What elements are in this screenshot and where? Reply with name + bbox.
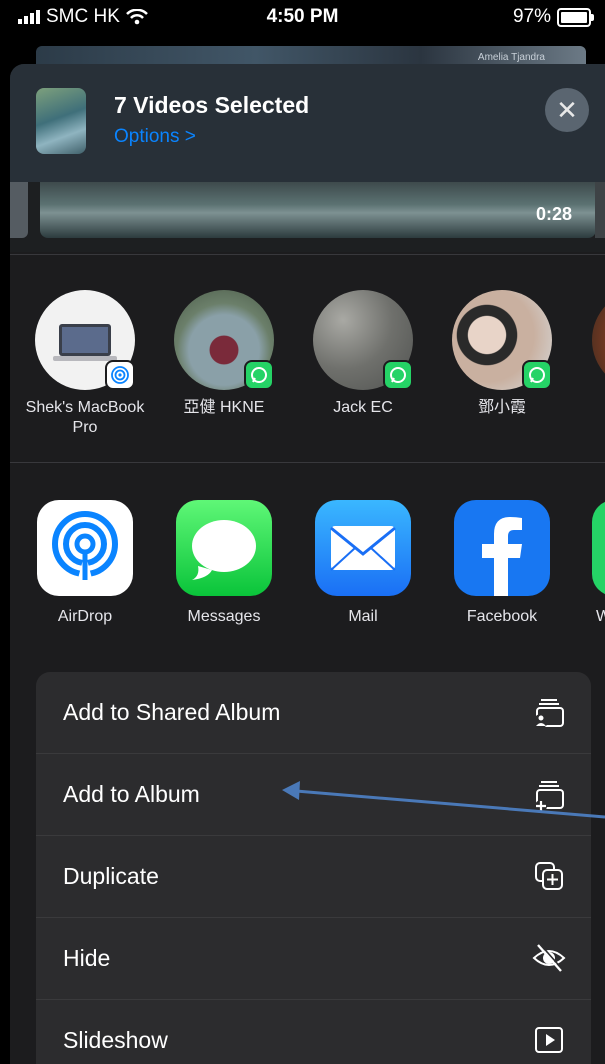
person-name: Jack EC bbox=[333, 399, 393, 416]
share-title: 7 Videos Selected bbox=[114, 92, 310, 118]
app-mail[interactable]: Mail bbox=[298, 500, 428, 626]
app-name: Mail bbox=[348, 608, 378, 625]
whatsapp-app-icon bbox=[592, 500, 605, 596]
app-name: Messages bbox=[187, 608, 261, 625]
video-thumbnail[interactable]: 0:28 bbox=[40, 182, 596, 238]
battery-percent: 97% bbox=[512, 6, 551, 27]
whatsapp-badge-icon bbox=[383, 360, 413, 390]
add-album-icon bbox=[535, 781, 564, 812]
next-video-thumb[interactable] bbox=[595, 182, 605, 238]
app-name: Facebook bbox=[466, 608, 538, 625]
avatar bbox=[174, 290, 274, 390]
mail-icon bbox=[315, 500, 411, 596]
status-bar: SMC HK 4:50 PM 97% bbox=[0, 0, 605, 36]
divider bbox=[10, 254, 605, 255]
airdrop-badge-icon bbox=[105, 360, 135, 390]
video-preview-strip: 0:28 bbox=[10, 182, 605, 252]
avatar bbox=[313, 290, 413, 390]
avatar bbox=[35, 290, 135, 390]
app-facebook[interactable]: Facebook bbox=[437, 500, 567, 626]
action-add-to-album[interactable]: Add to Album bbox=[36, 754, 591, 836]
whatsapp-badge-icon bbox=[244, 360, 274, 390]
avatar bbox=[452, 290, 552, 390]
action-list: Add to Shared Album Add to Album Duplica… bbox=[36, 672, 591, 1064]
hide-icon bbox=[532, 943, 566, 972]
action-hide[interactable]: Hide bbox=[36, 918, 591, 1000]
whatsapp-badge-icon bbox=[522, 360, 552, 390]
divider bbox=[10, 462, 605, 463]
background-name: Amelia Tjandra bbox=[477, 52, 545, 63]
action-label: Duplicate bbox=[63, 863, 159, 889]
app-partial[interactable]: W bbox=[576, 500, 605, 626]
share-header: 7 Videos Selected Options > ✕ bbox=[10, 64, 605, 182]
status-right: 97% bbox=[512, 6, 594, 28]
apps-row: AirDrop Messages Mail Facebook W bbox=[10, 496, 605, 636]
person-name: Shek's MacBook Pro bbox=[25, 399, 145, 436]
person-item-partial[interactable] bbox=[576, 290, 605, 390]
action-add-to-shared-album[interactable]: Add to Shared Album bbox=[36, 672, 591, 754]
close-icon: ✕ bbox=[556, 95, 578, 125]
app-airdrop[interactable]: AirDrop bbox=[20, 500, 150, 626]
person-name: 亞健 HKNE bbox=[183, 399, 265, 416]
duplicate-icon bbox=[535, 862, 563, 890]
video-duration: 0:28 bbox=[535, 204, 572, 224]
airdrop-icon bbox=[37, 500, 133, 596]
person-item[interactable]: 鄧小霞 bbox=[437, 290, 567, 418]
battery-icon bbox=[557, 7, 594, 27]
person-item[interactable]: Jack EC bbox=[298, 290, 428, 418]
selection-thumbnail bbox=[36, 88, 86, 154]
people-row: Shek's MacBook Pro 亞健 HKNE Jack EC 鄧小霞 bbox=[10, 284, 605, 464]
avatar bbox=[592, 290, 605, 390]
action-label: Slideshow bbox=[63, 1027, 168, 1053]
share-sheet: 7 Videos Selected Options > ✕ 0:28 Shek'… bbox=[10, 64, 605, 1064]
messages-icon bbox=[176, 500, 272, 596]
action-label: Add to Shared Album bbox=[63, 699, 281, 725]
action-label: Hide bbox=[63, 945, 111, 971]
action-duplicate[interactable]: Duplicate bbox=[36, 836, 591, 918]
app-messages[interactable]: Messages bbox=[159, 500, 289, 626]
options-link[interactable]: Options > bbox=[114, 126, 196, 148]
app-name: AirDrop bbox=[57, 608, 113, 625]
slideshow-icon bbox=[535, 1027, 563, 1053]
prev-video-thumb[interactable] bbox=[10, 182, 28, 238]
action-label: Add to Album bbox=[63, 781, 200, 807]
action-slideshow[interactable]: Slideshow bbox=[36, 1000, 591, 1064]
close-button[interactable]: ✕ bbox=[545, 88, 589, 132]
person-name: 鄧小霞 bbox=[477, 399, 526, 416]
person-item[interactable]: 亞健 HKNE bbox=[159, 290, 289, 418]
facebook-icon bbox=[454, 500, 550, 596]
shared-album-icon bbox=[534, 699, 564, 728]
app-name: W bbox=[596, 608, 605, 625]
person-item[interactable]: Shek's MacBook Pro bbox=[20, 290, 150, 438]
